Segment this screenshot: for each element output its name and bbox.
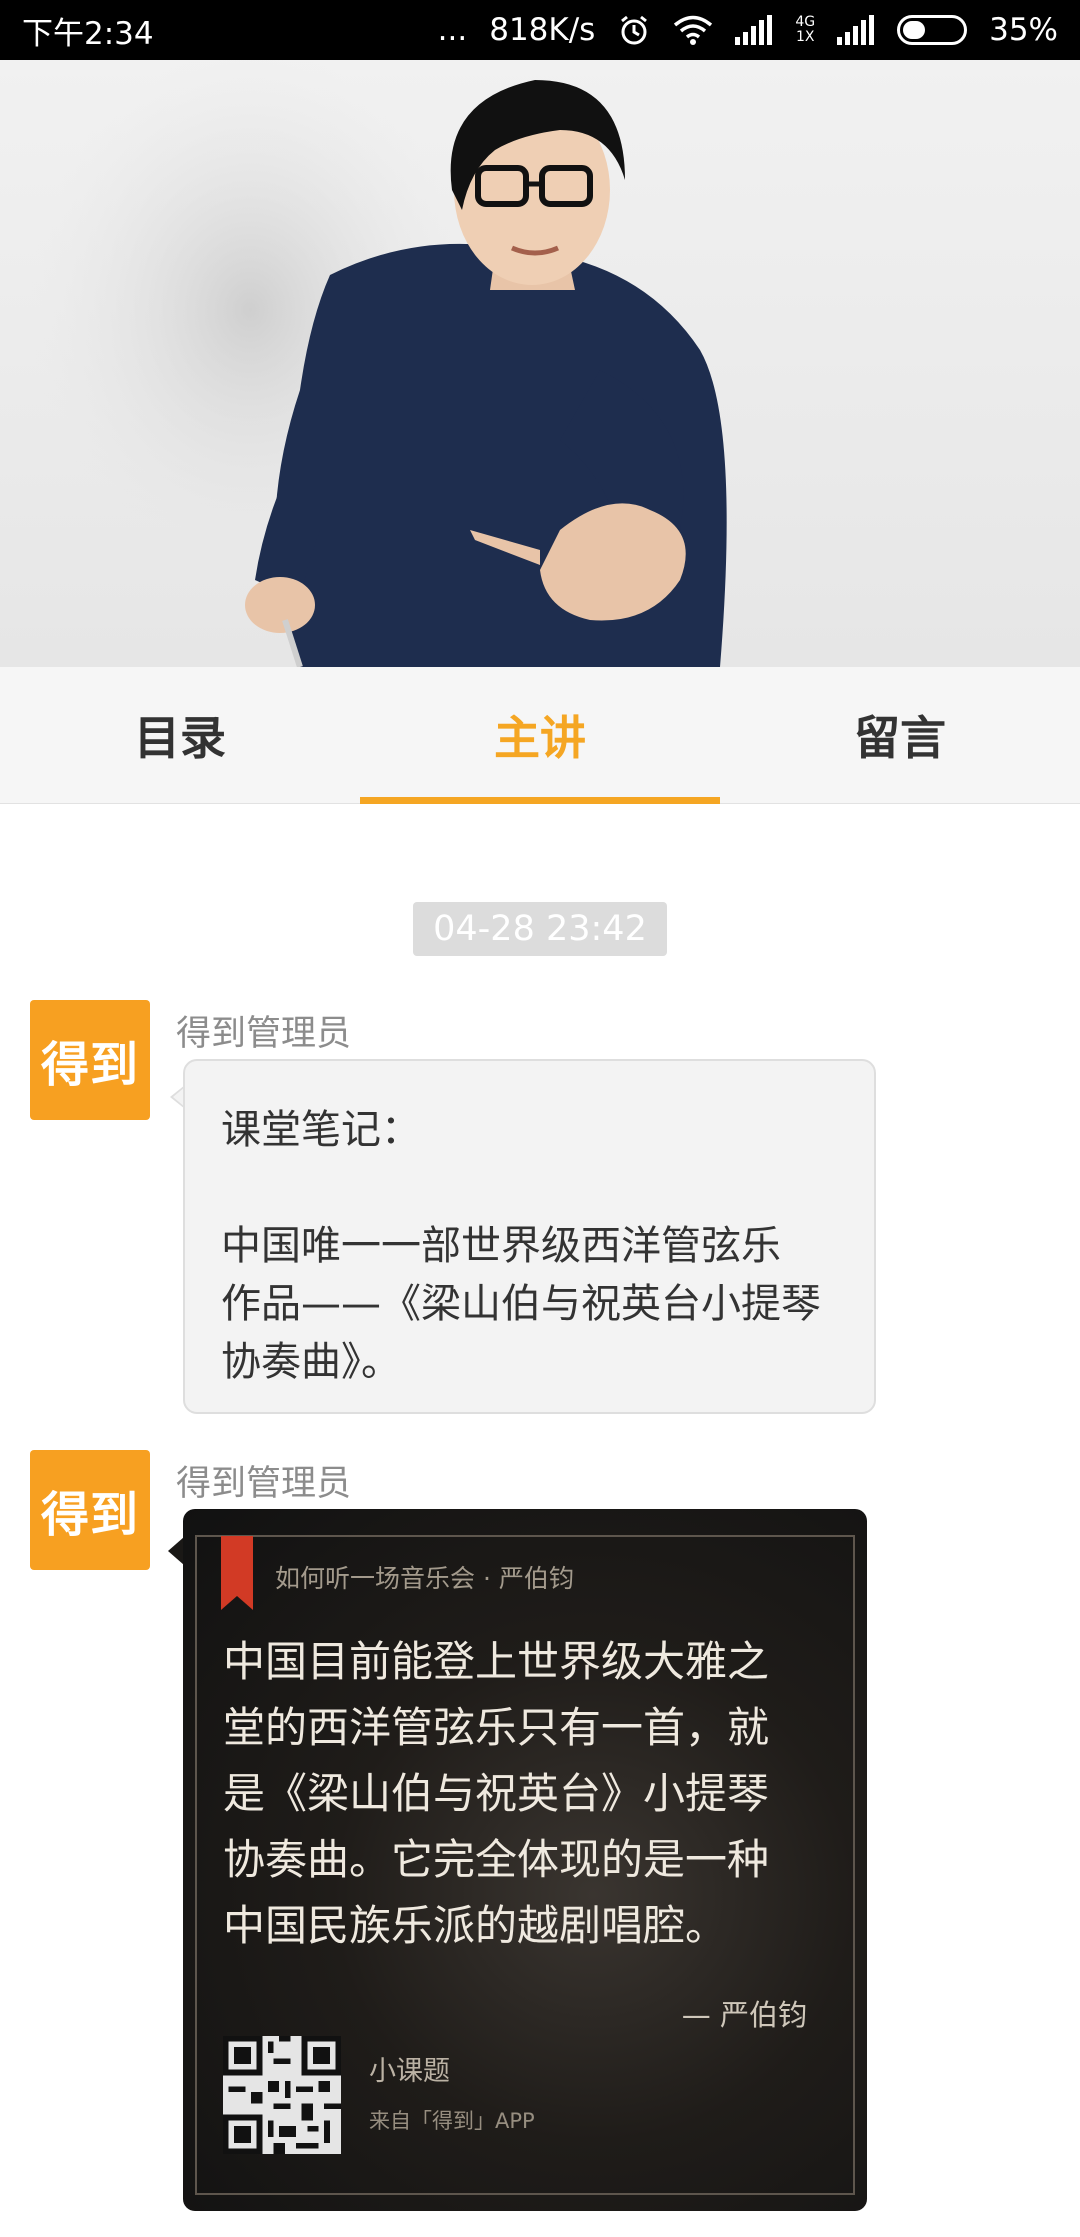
quote-line-3: 是《梁山伯与祝英台》小提琴 (223, 1769, 770, 1818)
battery-percent: 35% (989, 12, 1058, 48)
card-tail (168, 1537, 184, 1565)
wifi-icon (673, 14, 713, 46)
status-bar: 下午2:34 ... 818K/s 4G 1X 35% (0, 0, 1080, 60)
timestamp-badge: 04-28 23:42 (413, 902, 667, 956)
quote-line-5: 中国民族乐派的越剧唱腔。 (223, 1901, 728, 1950)
status-time: 下午2:34 (22, 15, 154, 52)
qr-code-icon (223, 2036, 341, 2154)
avatar-dedao[interactable]: 得到 (30, 1450, 150, 1570)
message-bubble[interactable]: 课堂笔记： 中国唯一一部世界级西洋管弦乐 作品——《梁山伯与祝英台小提琴 协奏曲… (183, 1059, 876, 1414)
more-dots: ... (437, 12, 468, 48)
card-mini-subtitle: 来自「得到」APP (369, 2109, 535, 2133)
network-speed: 818K/s (489, 12, 596, 48)
speaker-photo (0, 60, 1080, 667)
note-line-2: 作品——《梁山伯与祝英台小提琴 (221, 1281, 821, 1327)
sender-name: 得到管理员 (176, 1014, 352, 1054)
note-line-1: 中国唯一一部世界级西洋管弦乐 (221, 1223, 781, 1269)
note-title: 课堂笔记： (221, 1107, 421, 1153)
quote-card[interactable]: 如何听一场音乐会 · 严伯钧 中国目前能登上世界级大雅之 堂的西洋管弦乐只有一首… (183, 1509, 867, 2211)
quote-line-4: 协奏曲。它完全体现的是一种 (223, 1835, 770, 1884)
network-type-label: 4G 1X (795, 14, 816, 45)
signal-icon-2 (837, 15, 875, 45)
quote-line-1: 中国目前能登上世界级大雅之 (223, 1637, 770, 1686)
tab-catalog[interactable]: 目录 (0, 667, 360, 803)
avatar-dedao[interactable]: 得到 (30, 1000, 150, 1120)
note-line-3: 协奏曲》。 (221, 1339, 401, 1385)
bookmark-icon (221, 1536, 253, 1610)
tab-comments[interactable]: 留言 (720, 667, 1080, 803)
speaker-illustration (30, 60, 727, 667)
quote-author: — 严伯钧 (681, 1998, 807, 2032)
card-quote: 中国目前能登上世界级大雅之 堂的西洋管弦乐只有一首，就 是《梁山伯与祝英台》小提… (223, 1629, 827, 1959)
card-source: 如何听一场音乐会 · 严伯钧 (275, 1564, 574, 1593)
alarm-icon (617, 13, 651, 47)
card-mini-title: 小课题 (369, 2056, 450, 2087)
sender-name: 得到管理员 (176, 1464, 352, 1504)
tab-speaker[interactable]: 主讲 (360, 667, 720, 804)
signal-icon-1 (735, 15, 773, 45)
status-right: ... 818K/s 4G 1X 35% (438, 12, 1058, 48)
battery-icon (897, 15, 968, 45)
quote-line-2: 堂的西洋管弦乐只有一首，就 (223, 1703, 770, 1752)
tab-bar: 目录 主讲 留言 (0, 667, 1080, 804)
